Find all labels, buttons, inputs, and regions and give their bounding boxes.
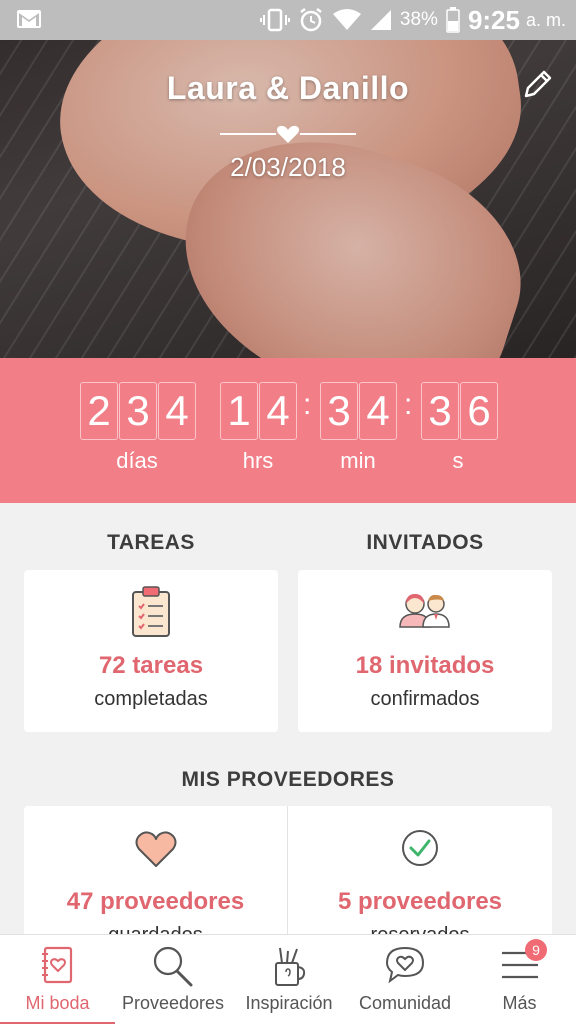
- guests-card[interactable]: 18 invitados confirmados: [298, 570, 552, 732]
- clock-time: 9:25: [467, 4, 520, 35]
- days-digit: 3: [119, 382, 157, 440]
- notebook-icon: [41, 946, 72, 984]
- nav-label: Más: [502, 993, 537, 1013]
- tasks-sub: completadas: [94, 688, 208, 710]
- days-digit: 4: [158, 382, 196, 440]
- days-digit: 2: [80, 382, 118, 440]
- nav-proveedores[interactable]: Proveedores: [115, 935, 231, 1024]
- nav-label: Inspiración: [245, 993, 333, 1013]
- pencil-cup-icon: [275, 947, 306, 986]
- edit-pencil-icon[interactable]: [520, 66, 556, 102]
- guests-count: 18 invitados: [355, 652, 495, 679]
- booked-vendors[interactable]: 5 proveedores reservados: [288, 806, 552, 936]
- saved-vendors-count: 47 proveedores: [66, 888, 245, 915]
- signal-icon: [370, 10, 391, 30]
- heart-divider-icon: [220, 125, 356, 143]
- seconds-digit: 6: [460, 382, 498, 440]
- saved-vendors[interactable]: 47 proveedores guardados: [24, 806, 287, 936]
- seconds-label: s: [452, 448, 464, 473]
- wedding-date: 2/03/2018: [230, 152, 346, 182]
- clock-ampm: a. m.: [525, 9, 566, 30]
- countdown-minutes: 3 4: [320, 382, 398, 440]
- guests-heading: INVITADOS: [366, 531, 484, 554]
- countdown-panel: 2 3 4 1 4 : 3 4 : 3 6 días hrs min s: [0, 358, 576, 503]
- nav-label: Mi boda: [25, 993, 90, 1013]
- nav-mi-boda[interactable]: Mi boda: [0, 935, 115, 1024]
- clipboard-checklist-icon: [132, 586, 170, 637]
- countdown-seconds: 3 6: [421, 382, 499, 440]
- nav-inspiracion[interactable]: Inspiración: [231, 935, 347, 1024]
- minutes-digit: 3: [320, 382, 358, 440]
- nav-label: Comunidad: [358, 993, 452, 1013]
- minutes-digit: 4: [359, 382, 397, 440]
- vendors-card: 47 proveedores guardados 5 proveedores r…: [24, 806, 552, 936]
- couple-names: Laura & Danillo: [166, 70, 410, 106]
- hours-digit: 1: [220, 382, 258, 440]
- status-icons: 38% 9:25 a. m.: [259, 0, 566, 40]
- countdown-hours: 1 4: [220, 382, 298, 440]
- guests-couple-icon: [399, 594, 450, 628]
- tasks-card[interactable]: 72 tareas completadas: [24, 570, 278, 732]
- countdown-days: 2 3 4: [80, 382, 197, 440]
- colon-separator: :: [404, 388, 413, 421]
- booked-vendors-count: 5 proveedores: [337, 888, 503, 915]
- nav-label: Proveedores: [121, 993, 225, 1013]
- battery-percent: 38%: [399, 9, 438, 30]
- nav-mas[interactable]: 9 Más: [463, 935, 576, 1024]
- wifi-icon: [332, 9, 361, 30]
- battery-icon: [446, 7, 460, 33]
- alarm-icon: [300, 8, 322, 32]
- search-icon: [153, 946, 193, 987]
- chat-heart-icon: [385, 946, 425, 984]
- notification-badge: 9: [525, 939, 547, 961]
- colon-separator: :: [303, 388, 312, 421]
- status-bar: 38% 9:25 a. m.: [0, 0, 576, 40]
- hours-digit: 4: [259, 382, 297, 440]
- check-circle-icon: [402, 830, 438, 866]
- days-label: días: [116, 448, 158, 473]
- gmail-icon: [16, 9, 42, 29]
- heart-icon: [135, 831, 176, 867]
- guests-sub: confirmados: [370, 688, 480, 710]
- tasks-heading: TAREAS: [107, 531, 195, 554]
- tasks-count: 72 tareas: [98, 652, 204, 679]
- hero-photo: Laura & Danillo 2/03/2018: [0, 40, 576, 358]
- bottom-nav: Mi boda Proveedores Inspiración Comunida…: [0, 934, 576, 1024]
- seconds-digit: 3: [421, 382, 459, 440]
- nav-comunidad[interactable]: Comunidad: [347, 935, 463, 1024]
- vendors-heading: MIS PROVEEDORES: [181, 768, 395, 791]
- vibrate-icon: [259, 8, 290, 32]
